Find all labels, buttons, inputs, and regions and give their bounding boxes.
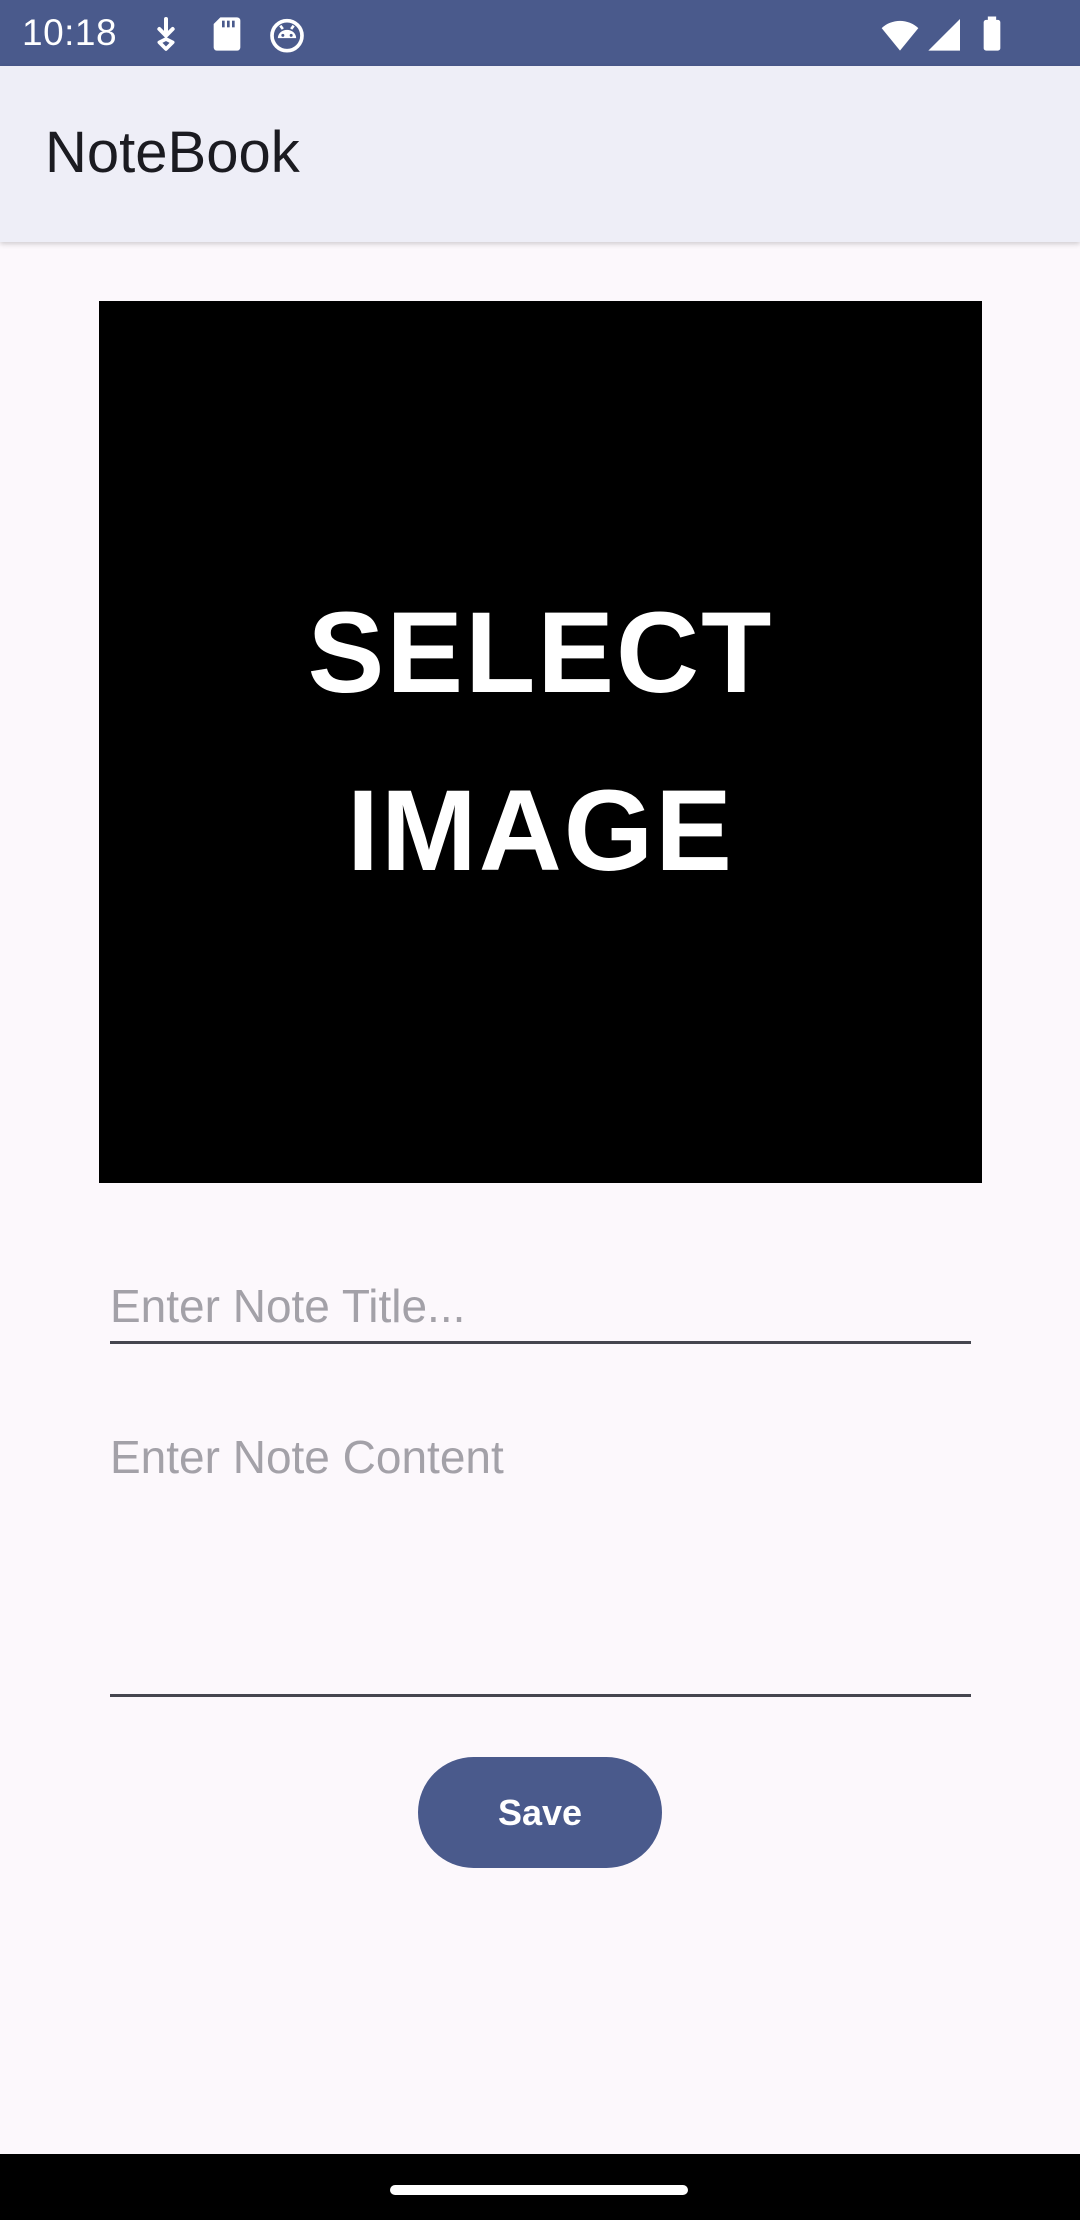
download-icon (146, 14, 186, 54)
select-image-button[interactable]: SELECT IMAGE (99, 301, 982, 1183)
select-image-line2: IMAGE (347, 767, 734, 895)
note-content-input[interactable] (110, 1420, 971, 1697)
home-indicator[interactable] (390, 2185, 688, 2195)
wifi-icon (880, 14, 920, 54)
status-time: 10:18 (22, 12, 118, 53)
cell-signal-icon (925, 14, 965, 54)
app-bar: NoteBook (0, 66, 1080, 242)
android-robot-icon (267, 14, 307, 54)
battery-icon (972, 14, 1012, 54)
save-button[interactable]: Save (418, 1757, 662, 1868)
app-title: NoteBook (45, 120, 300, 185)
status-bar: 10:18 (0, 0, 1080, 66)
select-image-line1: SELECT (307, 589, 774, 717)
note-title-input[interactable] (110, 1270, 971, 1344)
sd-card-icon (207, 14, 247, 54)
